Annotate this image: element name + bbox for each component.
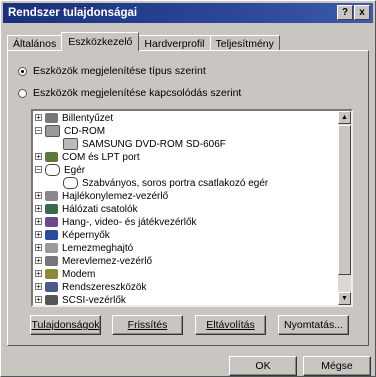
collapse-icon[interactable]: −	[35, 166, 42, 174]
tree-item[interactable]: SAMSUNG DVD-ROM SD-606F	[63, 138, 226, 150]
cdrom-drive-icon	[63, 138, 78, 150]
scsi-icon	[45, 295, 58, 305]
tab-device-manager[interactable]: Eszközkezelő	[61, 32, 140, 51]
close-button[interactable]: x	[354, 5, 370, 20]
view-by-connection-radio[interactable]: Eszközök megjelenítése kapcsolódás szeri…	[18, 87, 241, 99]
scroll-up-icon[interactable]: ▲	[338, 111, 351, 124]
system-devices-icon	[45, 282, 58, 292]
expand-icon[interactable]: +	[35, 218, 42, 226]
vertical-scrollbar[interactable]: ▲ ▼	[338, 111, 351, 305]
title-bar[interactable]: Rendszer tulajdonságai ? x	[3, 3, 373, 23]
expand-icon[interactable]: +	[35, 244, 42, 252]
expand-icon[interactable]: +	[35, 270, 42, 278]
disk-drive-icon	[45, 243, 58, 253]
print-button[interactable]: Nyomtatás...	[278, 315, 349, 335]
radio-dot	[18, 88, 27, 98]
expand-icon[interactable]: +	[35, 153, 42, 161]
system-properties-window: Rendszer tulajdonságai ? x Általános Esz…	[0, 0, 376, 377]
tab-hardware-profiles[interactable]: Hardverprofil	[138, 35, 211, 51]
view-by-type-label: Eszközök megjelenítése típus szerint	[33, 65, 206, 77]
monitor-icon	[45, 230, 58, 240]
tree-item[interactable]: Egér	[45, 164, 85, 176]
remove-button[interactable]: Eltávolítás	[195, 315, 266, 335]
tab-performance[interactable]: Teljesítmény	[209, 35, 280, 51]
device-tree[interactable]: + Billentyűzet − CD-ROM SAMSUNG DVD-ROM …	[31, 109, 353, 307]
tree-item[interactable]: Rendszereszközök	[45, 281, 146, 293]
tree-item[interactable]: Lemezmeghajtó	[45, 242, 133, 254]
scroll-thumb[interactable]	[338, 125, 351, 275]
cdrom-icon	[45, 125, 60, 137]
tab-strip: Általános Eszközkezelő Hardverprofil Tel…	[7, 31, 280, 51]
scroll-down-icon[interactable]: ▼	[338, 292, 351, 305]
tree-item[interactable]: Merevlemez-vezérlő	[45, 255, 152, 267]
tree-item[interactable]: COM és LPT port	[45, 151, 140, 163]
expand-icon[interactable]: +	[35, 231, 42, 239]
help-button[interactable]: ?	[337, 5, 353, 20]
mouse-icon	[63, 177, 78, 189]
modem-icon	[45, 269, 58, 279]
view-by-connection-label: Eszközök megjelenítése kapcsolódás szeri…	[33, 87, 242, 99]
expand-icon[interactable]: +	[35, 257, 42, 265]
view-by-type-radio[interactable]: Eszközök megjelenítése típus szerint	[18, 65, 206, 77]
radio-dot	[18, 66, 27, 76]
expand-icon[interactable]: +	[35, 114, 42, 122]
tree-item[interactable]: Hálózati csatolók	[45, 203, 138, 215]
window-title: Rendszer tulajdonságai	[8, 7, 138, 19]
tree-item[interactable]: Hajlékonylemez-vezérlő	[45, 190, 168, 202]
expand-icon[interactable]: +	[35, 296, 42, 304]
cancel-button[interactable]: Mégse	[303, 356, 371, 376]
tree-item[interactable]: Képernyők	[45, 229, 110, 241]
keyboard-icon	[45, 113, 58, 123]
floppy-controller-icon	[45, 191, 58, 201]
tree-item[interactable]: Billentyűzet	[45, 112, 113, 124]
tree-item[interactable]: Hang-, video- és játékvezérlők	[45, 216, 197, 228]
sound-icon	[45, 217, 58, 227]
expand-icon[interactable]: +	[35, 192, 42, 200]
expand-icon[interactable]: +	[35, 205, 42, 213]
refresh-button[interactable]: Frissítés	[112, 315, 183, 335]
properties-button[interactable]: Tulajdonságok	[30, 315, 101, 335]
network-adapter-icon	[45, 204, 58, 214]
expand-icon[interactable]: +	[35, 283, 42, 291]
device-manager-panel: Eszközök megjelenítése típus szerint Esz…	[7, 50, 369, 346]
tree-item[interactable]: SCSI-vezérlők	[45, 294, 126, 305]
ok-button[interactable]: OK	[229, 356, 297, 376]
tree-item[interactable]: Szabványos, soros portra csatlakozó egér	[63, 177, 268, 189]
tab-general[interactable]: Általános	[7, 35, 63, 51]
hdd-controller-icon	[45, 256, 58, 266]
tree-item[interactable]: Modem	[45, 268, 95, 280]
collapse-icon[interactable]: −	[35, 127, 42, 135]
port-icon	[45, 152, 58, 162]
mouse-icon	[45, 164, 60, 176]
tree-item[interactable]: CD-ROM	[45, 125, 105, 137]
